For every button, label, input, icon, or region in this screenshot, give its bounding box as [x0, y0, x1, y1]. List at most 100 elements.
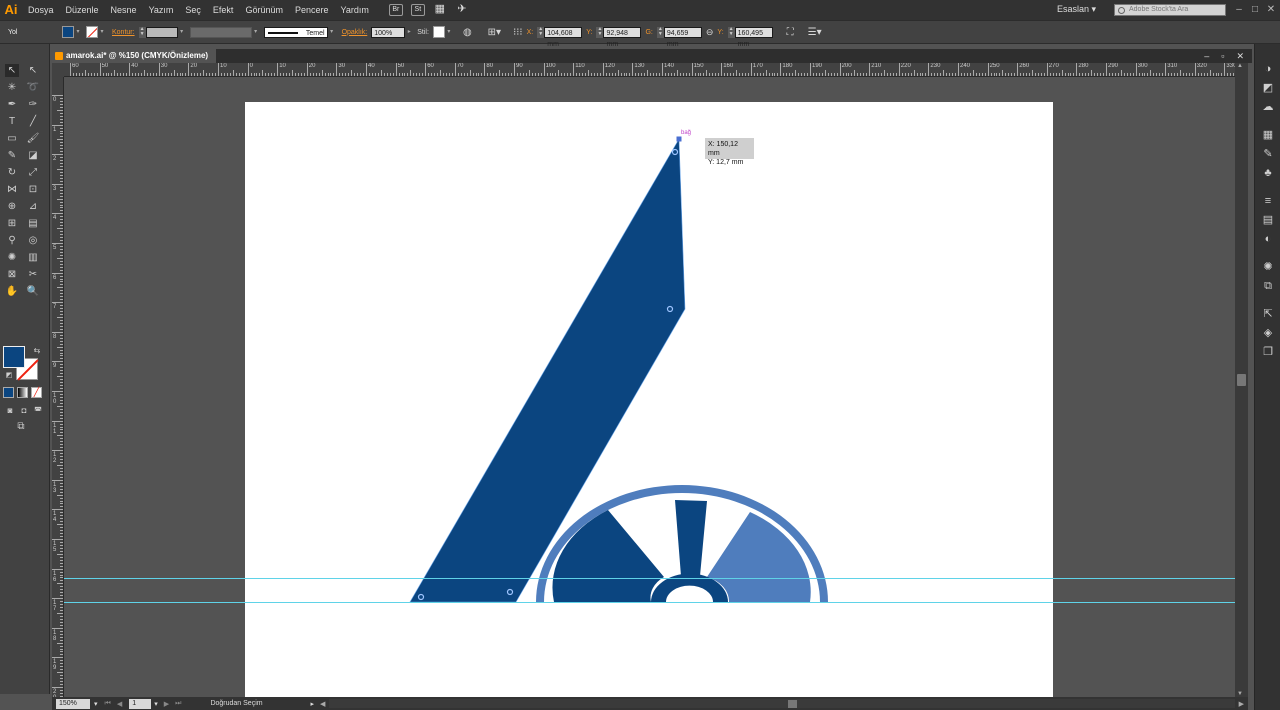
none-mode-icon[interactable]: ╱	[31, 387, 42, 398]
menu-sec[interactable]: Seç	[179, 0, 207, 20]
doc-minimize-icon[interactable]: –	[1204, 49, 1209, 63]
artwork[interactable]	[245, 102, 1053, 697]
menu-pencere[interactable]: Pencere	[289, 0, 335, 20]
artboards-icon[interactable]: ❐	[1260, 345, 1276, 359]
default-colors-icon[interactable]: ◩	[2, 369, 16, 382]
rectangle-tool-icon[interactable]: ▭	[5, 132, 19, 145]
draw-inside-icon[interactable]: ◚	[31, 404, 45, 417]
pen-tool-icon[interactable]: ✒	[5, 98, 19, 111]
center-bar[interactable]	[675, 500, 707, 576]
close-icon[interactable]: ✕	[1264, 3, 1278, 17]
panel-menu-icon[interactable]: ☰▾	[808, 27, 822, 38]
w-stepper[interactable]: ▲ ▼	[656, 26, 664, 38]
recolor-icon[interactable]: ◍	[463, 27, 472, 38]
document-tab[interactable]: amarok.ai* @ %150 (CMYK/Önizleme)	[52, 49, 217, 63]
menu-dosya[interactable]: Dosya	[22, 0, 60, 20]
guide-line[interactable]	[64, 578, 1235, 579]
vertical-scroll-thumb[interactable]	[1237, 374, 1246, 386]
symbol-sprayer-tool-icon[interactable]: ✺	[5, 251, 19, 264]
gpu-icon[interactable]: ✈	[455, 4, 469, 16]
zoom-field[interactable]: 150%	[56, 698, 90, 709]
doc-close-icon[interactable]: ✕	[1236, 49, 1244, 63]
h-stepper[interactable]: ▲ ▼	[727, 26, 735, 38]
stroke-weight-field[interactable]	[145, 26, 178, 38]
selected-path[interactable]	[409, 137, 686, 603]
scroll-up-icon[interactable]: ▲	[1237, 63, 1243, 69]
eraser-tool-icon[interactable]: ◪	[26, 149, 40, 162]
perspective-grid-tool-icon[interactable]: ⊿	[26, 200, 40, 213]
hscroll-left-icon[interactable]: ◀	[320, 700, 325, 708]
artboard-tool-icon[interactable]: ⊠	[5, 268, 19, 281]
asset-export-icon[interactable]: ⇱	[1260, 307, 1276, 321]
brush-profile-field[interactable]: Temel	[263, 26, 328, 38]
last-artboard-icon[interactable]: ⏭	[175, 700, 181, 708]
appearance-icon[interactable]: ✺	[1260, 260, 1276, 274]
swap-colors-icon[interactable]: ⇆	[30, 344, 44, 357]
slice-tool-icon[interactable]: ✂	[26, 268, 40, 281]
shape-builder-tool-icon[interactable]: ⊕	[5, 200, 19, 213]
fill-dropdown[interactable]: ▾	[74, 27, 82, 37]
workspace-switcher[interactable]: Esaslan ▾	[1057, 4, 1096, 15]
free-transform-tool-icon[interactable]: ⊡	[26, 183, 40, 196]
stock-search-input[interactable]: Adobe Stock'ta Ara	[1114, 4, 1226, 16]
menu-nesne[interactable]: Nesne	[105, 0, 143, 20]
minimize-icon[interactable]: –	[1232, 3, 1246, 17]
opacity-label[interactable]: Opaklık:	[342, 29, 368, 36]
hscroll-right-icon[interactable]: ▶	[1239, 700, 1244, 708]
artboard-dropdown[interactable]: ▾	[154, 700, 158, 708]
menu-yardim[interactable]: Yardım	[335, 0, 375, 20]
doc-restore-icon[interactable]: ▫	[1221, 49, 1224, 63]
screen-mode-icon[interactable]: ⧉	[14, 420, 28, 433]
rotate-tool-icon[interactable]: ↻	[5, 166, 19, 179]
zoom-dropdown[interactable]: ▾	[94, 700, 98, 708]
symbols-icon[interactable]: ♣	[1260, 166, 1276, 180]
selection-tool-icon[interactable]: ↖	[5, 64, 19, 77]
prev-artboard-icon[interactable]: ◀	[117, 700, 122, 708]
style-dropdown[interactable]: ▾	[445, 27, 453, 37]
cc-libraries-icon[interactable]: ☁	[1260, 100, 1276, 114]
dark-sector[interactable]	[552, 510, 664, 602]
menu-efekt[interactable]: Efekt	[207, 0, 240, 20]
direct-selection-tool-icon[interactable]: ↖	[26, 64, 40, 77]
stroke-dropdown[interactable]: ▾	[98, 27, 106, 37]
stroke-icon[interactable]: ≡	[1260, 194, 1276, 208]
h-field[interactable]: 160,495 mm	[734, 26, 773, 48]
transparency-icon[interactable]: ◐	[1260, 232, 1276, 246]
type-tool-icon[interactable]: T	[5, 115, 19, 128]
width-tool-icon[interactable]: ⋈	[5, 183, 19, 196]
y-field[interactable]: 92,948 mm	[603, 26, 642, 48]
isolate-icon[interactable]: ⛶	[787, 27, 794, 38]
lasso-tool-icon[interactable]: ➰	[26, 81, 40, 94]
gradient-icon[interactable]: ▤	[1260, 213, 1276, 227]
transform-ref-icon[interactable]: ⁝⁝⁝	[513, 27, 523, 38]
shaper-tool-icon[interactable]: ✎	[5, 149, 19, 162]
color-panel-icon[interactable]: ◑	[1260, 62, 1276, 76]
blend-tool-icon[interactable]: ◎	[26, 234, 40, 247]
fill-swatch[interactable]	[62, 26, 74, 38]
style-swatch[interactable]	[432, 26, 445, 38]
draw-normal-icon[interactable]: ◙	[3, 404, 17, 417]
draw-behind-icon[interactable]: ◘	[17, 404, 31, 417]
horizontal-scrollbar[interactable]	[329, 699, 1235, 708]
vertical-ruler[interactable]: 01234567891011121314151617181920	[52, 77, 64, 697]
selected-anchor[interactable]	[676, 136, 682, 142]
x-field[interactable]: 104,608 mm	[544, 26, 583, 48]
canvas[interactable]: bağ X: 150,12 mm Y: 12,7 mm	[64, 77, 1235, 697]
column-graph-tool-icon[interactable]: ▥	[26, 251, 40, 264]
opacity-arrow[interactable]: ▸	[405, 27, 413, 37]
maximize-icon[interactable]: □	[1248, 3, 1262, 17]
gradient-mode-icon[interactable]	[17, 387, 28, 398]
variable-width-field[interactable]	[189, 26, 252, 38]
gradient-tool-icon[interactable]: ▤	[26, 217, 40, 230]
hand-tool-icon[interactable]: ✋	[5, 285, 19, 298]
color-mode-icon[interactable]	[3, 387, 14, 398]
bridge-icon[interactable]: Br	[388, 4, 403, 16]
line-tool-icon[interactable]: ╱	[26, 115, 40, 128]
variable-width-dropdown[interactable]: ▾	[252, 27, 260, 37]
zoom-tool-icon[interactable]: 🔍	[26, 285, 40, 298]
curvature-tool-icon[interactable]: ✑	[26, 98, 40, 111]
next-artboard-icon[interactable]: ▶	[164, 700, 169, 708]
fill-color-box[interactable]	[3, 346, 25, 368]
brush-profile-dropdown[interactable]: ▾	[328, 27, 336, 37]
eyedropper-tool-icon[interactable]: ⚲	[5, 234, 19, 247]
